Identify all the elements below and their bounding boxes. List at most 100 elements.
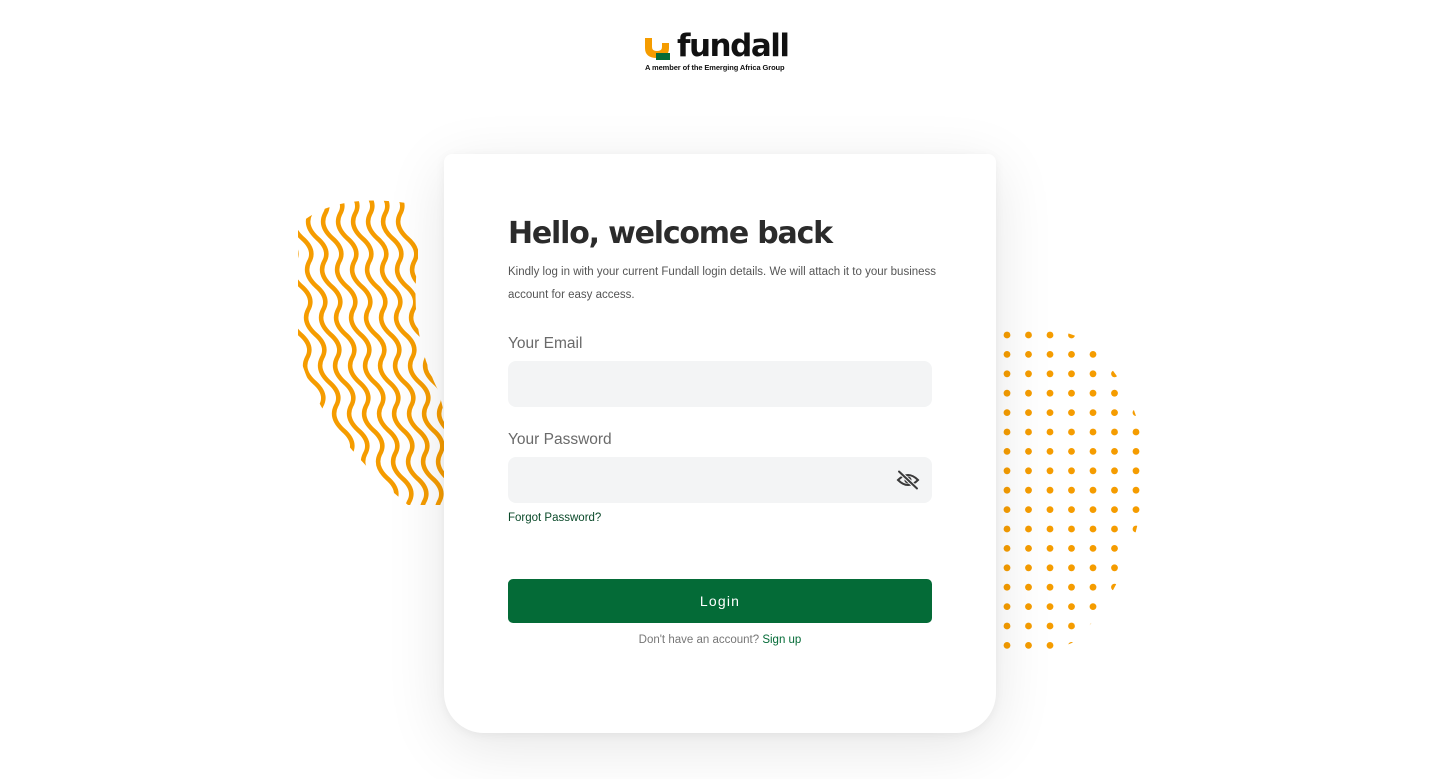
grid-dot (1089, 389, 1097, 397)
grid-dot (1132, 351, 1140, 358)
grid-dot (1068, 506, 1075, 513)
grid-dot (1003, 448, 1011, 455)
grid-dot (1003, 331, 1011, 339)
grid-dot (1111, 428, 1118, 436)
grid-dot (1003, 545, 1011, 552)
grid-dot (1003, 370, 1011, 378)
grid-dot (1068, 525, 1075, 533)
grid-dot (1132, 583, 1140, 591)
grid-dot (1089, 331, 1097, 339)
grid-dot (1003, 583, 1011, 591)
grid-dot (1025, 564, 1032, 572)
grid-dot (1111, 467, 1118, 475)
password-field-container (508, 457, 932, 503)
grid-dot (1046, 331, 1054, 339)
grid-dot (1111, 370, 1118, 378)
grid-dot (1068, 409, 1075, 416)
grid-dot (1068, 331, 1075, 339)
grid-dot (1111, 545, 1118, 552)
grid-dot (1089, 545, 1097, 552)
grid-dot (1111, 409, 1118, 416)
grid-dot (1089, 428, 1097, 436)
grid-dot (1003, 409, 1011, 416)
grid-dot (1003, 525, 1011, 533)
grid-dot (1089, 564, 1097, 572)
grid-dot (1003, 506, 1011, 513)
grid-dot (1025, 428, 1032, 436)
grid-dot (1111, 351, 1118, 358)
grid-dot (1025, 467, 1032, 475)
grid-dot (1111, 389, 1118, 397)
email-field[interactable] (508, 361, 932, 407)
squiggle-lines-decoration (298, 200, 458, 505)
grid-dot (1025, 409, 1032, 416)
grid-dot (1068, 622, 1075, 630)
grid-dot (1046, 622, 1054, 630)
grid-dot (1025, 583, 1032, 591)
grid-dot (1003, 486, 1011, 494)
grid-dot (1111, 525, 1118, 533)
grid-dot (1003, 389, 1011, 397)
signup-link[interactable]: Sign up (762, 634, 801, 646)
grid-dot (1089, 506, 1097, 513)
grid-dot (1025, 525, 1032, 533)
grid-dot (1046, 486, 1054, 494)
page-title: Hello, welcome back (508, 216, 833, 251)
grid-dot (1111, 642, 1118, 649)
grid-dot (1111, 622, 1118, 630)
grid-dot (1089, 622, 1097, 630)
grid-dot (1089, 467, 1097, 475)
login-page: fundall A member of the Emerging Africa … (0, 0, 1440, 779)
grid-dot (1132, 564, 1140, 572)
grid-dot (1111, 603, 1118, 610)
grid-dot (1132, 486, 1140, 494)
grid-dot (1132, 370, 1140, 378)
grid-dot (1089, 409, 1097, 416)
grid-dot (1111, 506, 1118, 513)
logo-tagline: A member of the Emerging Africa Group (645, 63, 785, 72)
signup-prompt: Don't have an account? Sign up (508, 634, 932, 646)
grid-dot (1025, 545, 1032, 552)
grid-dot (1132, 467, 1140, 475)
grid-dot (1046, 351, 1054, 358)
grid-dot (1046, 370, 1054, 378)
forgot-password-link[interactable]: Forgot Password? (508, 512, 601, 524)
grid-dot (1025, 448, 1032, 455)
grid-dot (1003, 351, 1011, 358)
grid-dot (1025, 486, 1032, 494)
grid-dot (1003, 564, 1011, 572)
grid-dot (1046, 525, 1054, 533)
grid-dot (1025, 622, 1032, 630)
grid-dot (1089, 642, 1097, 649)
grid-dot (1046, 564, 1054, 572)
login-button[interactable]: Login (508, 579, 932, 623)
grid-dot (1003, 603, 1011, 610)
grid-dot (1132, 389, 1140, 397)
password-label: Your Password (508, 431, 612, 448)
password-field[interactable] (508, 457, 932, 503)
grid-dot (1111, 583, 1118, 591)
grid-dot (1068, 642, 1075, 649)
dot-grid-decoration (1003, 331, 1140, 649)
grid-dot (1089, 351, 1097, 358)
grid-dot (1046, 545, 1054, 552)
grid-dot (1025, 603, 1032, 610)
login-card: Hello, welcome back Kindly log in with y… (444, 154, 996, 733)
grid-dot (1025, 642, 1032, 649)
grid-dot (1003, 428, 1011, 436)
grid-dot (1046, 389, 1054, 397)
grid-dot (1046, 409, 1054, 416)
grid-dot (1089, 486, 1097, 494)
logo-wordmark: fundall (677, 28, 790, 64)
grid-dot (1132, 428, 1140, 436)
grid-dot (1132, 525, 1140, 533)
grid-dot (1046, 642, 1054, 649)
grid-dot (1111, 448, 1118, 455)
grid-dot (1046, 467, 1054, 475)
grid-dot (1046, 506, 1054, 513)
eye-off-icon[interactable] (896, 470, 920, 490)
grid-dot (1132, 622, 1140, 630)
grid-dot (1068, 448, 1075, 455)
no-account-text: Don't have an account? (638, 634, 760, 646)
grid-dot (1132, 448, 1140, 455)
